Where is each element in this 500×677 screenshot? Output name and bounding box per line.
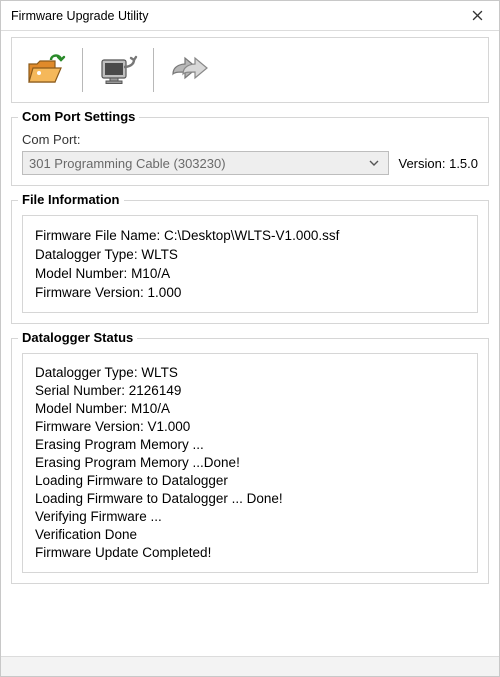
titlebar: Firmware Upgrade Utility [1, 1, 499, 31]
file-info-group-title: File Information [18, 192, 124, 207]
window-body: Com Port Settings Com Port: 301 Programm… [1, 31, 499, 656]
file-info-group: File Information Firmware File Name: C:\… [11, 200, 489, 324]
status-line: Model Number: M10/A [35, 400, 465, 418]
close-icon [472, 10, 483, 21]
status-line: Verifying Firmware ... [35, 508, 465, 526]
status-group-title: Datalogger Status [18, 330, 137, 345]
window: Firmware Upgrade Utility [0, 0, 500, 677]
file-info-row: Datalogger Type: WLTS [35, 245, 465, 264]
open-file-button[interactable] [20, 46, 74, 94]
upload-device-button[interactable] [91, 46, 145, 94]
com-port-select[interactable]: 301 Programming Cable (303230) [22, 151, 389, 175]
status-bar [1, 656, 499, 676]
status-group: Datalogger Status Datalogger Type: WLTS … [11, 338, 489, 584]
toolbar-separator [153, 48, 154, 92]
file-info-row: Model Number: M10/A [35, 264, 465, 283]
upload-device-icon [96, 50, 140, 90]
file-info-row: Firmware File Name: C:\Desktop\WLTS-V1.0… [35, 226, 465, 245]
file-info-value: M10/A [131, 266, 170, 281]
file-info-value: C:\Desktop\WLTS-V1.000.ssf [164, 228, 339, 243]
status-line: Erasing Program Memory ...Done! [35, 454, 465, 472]
file-info-label: Datalogger Type: [35, 247, 138, 262]
window-title: Firmware Upgrade Utility [11, 9, 459, 23]
file-info-label: Model Number: [35, 266, 127, 281]
open-file-icon [25, 50, 69, 90]
toolbar-separator [82, 48, 83, 92]
file-info-label: Firmware Version: [35, 285, 144, 300]
status-line: Firmware Version: V1.000 [35, 418, 465, 436]
com-port-group-title: Com Port Settings [18, 109, 139, 124]
version-label: Version: 1.5.0 [399, 156, 479, 171]
com-port-label: Com Port: [22, 132, 478, 147]
file-info-panel: Firmware File Name: C:\Desktop\WLTS-V1.0… [22, 215, 478, 313]
forward-button[interactable] [162, 46, 216, 94]
status-line: Loading Firmware to Datalogger [35, 472, 465, 490]
forward-icon [167, 50, 211, 90]
com-port-selected-value: 301 Programming Cable (303230) [29, 156, 366, 171]
file-info-label: Firmware File Name: [35, 228, 160, 243]
chevron-down-icon [366, 160, 382, 166]
file-info-value: 1.000 [148, 285, 182, 300]
status-line: Erasing Program Memory ... [35, 436, 465, 454]
status-line: Serial Number: 2126149 [35, 382, 465, 400]
status-line: Firmware Update Completed! [35, 544, 465, 562]
close-button[interactable] [459, 2, 495, 30]
status-panel: Datalogger Type: WLTS Serial Number: 212… [22, 353, 478, 573]
file-info-value: WLTS [141, 247, 178, 262]
status-line: Loading Firmware to Datalogger ... Done! [35, 490, 465, 508]
file-info-row: Firmware Version: 1.000 [35, 283, 465, 302]
toolbar [11, 37, 489, 103]
status-line: Verification Done [35, 526, 465, 544]
status-line: Datalogger Type: WLTS [35, 364, 465, 382]
com-port-group: Com Port Settings Com Port: 301 Programm… [11, 117, 489, 186]
